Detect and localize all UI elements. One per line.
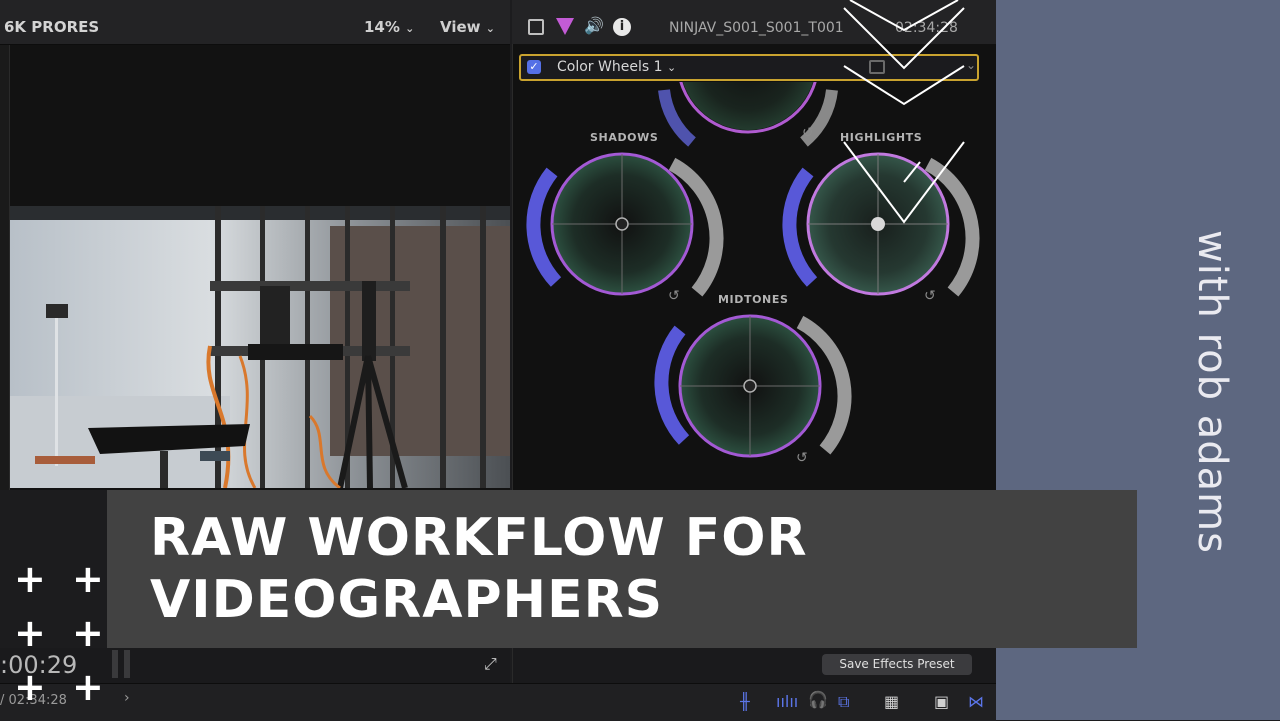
- chevron-right-icon[interactable]: ›: [124, 690, 130, 706]
- pause-icon[interactable]: [110, 650, 132, 678]
- format-label: 6K PRORES: [4, 18, 100, 36]
- title-line-2: VIDEOGRAPHERS: [150, 570, 664, 630]
- effect-enable-checkbox[interactable]: ✓: [527, 60, 541, 74]
- clip-appearance-icon[interactable]: ▣: [934, 692, 949, 711]
- headphones-icon[interactable]: 🎧: [808, 690, 828, 709]
- shadows-color-wheel[interactable]: [526, 152, 724, 297]
- viewer-edge-strip: [0, 45, 10, 490]
- plus-icon: +: [72, 557, 104, 601]
- save-effects-preset-button[interactable]: Save Effects Preset: [822, 654, 972, 675]
- reset-icon[interactable]: ↺: [802, 125, 814, 141]
- color-inspector-icon[interactable]: [556, 18, 574, 35]
- video-inspector-icon[interactable]: [528, 19, 544, 35]
- zoom-menu[interactable]: 14% ⌄: [364, 18, 414, 36]
- snapping-icon[interactable]: ⧉: [838, 692, 849, 712]
- filmstrip-icon[interactable]: ▦: [884, 692, 899, 711]
- info-inspector-icon[interactable]: i: [613, 18, 631, 36]
- plus-icon: +: [14, 611, 46, 655]
- chevron-down-icon: ⌄: [666, 61, 677, 74]
- effect-name-label: Color Wheels 1: [557, 59, 663, 75]
- video-frame[interactable]: [10, 206, 510, 488]
- chevron-down-icon: ⌄: [405, 22, 415, 35]
- title-line-1: RAW WORKFLOW FOR: [150, 508, 808, 568]
- reset-icon[interactable]: ↺: [668, 288, 680, 304]
- chevron-down-icon: ⌄: [485, 22, 495, 35]
- view-menu[interactable]: View ⌄: [440, 18, 495, 36]
- plus-icon: +: [72, 665, 104, 709]
- midtones-color-wheel[interactable]: [654, 314, 852, 458]
- clip-name: NINJAV_S001_S001_T001: [669, 20, 844, 36]
- byline: with rob adams: [1189, 230, 1235, 554]
- reset-icon[interactable]: ↺: [924, 288, 936, 304]
- plus-icon: +: [14, 665, 46, 709]
- studio-scene-image: [10, 206, 510, 488]
- audio-clip-icon[interactable]: ╫: [740, 692, 750, 711]
- plus-icon: +: [14, 557, 46, 601]
- midtones-label: MIDTONES: [718, 293, 789, 306]
- waveform-icon[interactable]: ıılıı: [776, 692, 798, 711]
- view-menu-label: View: [440, 18, 481, 36]
- zoom-value: 14%: [364, 18, 400, 36]
- transitions-icon[interactable]: ⋈: [968, 692, 984, 711]
- reset-icon[interactable]: ↺: [796, 450, 808, 466]
- audio-inspector-icon[interactable]: 🔊: [584, 16, 604, 35]
- chevron-decoration: [843, 0, 965, 224]
- shadows-label: SHADOWS: [590, 131, 659, 144]
- fullscreen-icon[interactable]: ⤢: [484, 654, 497, 674]
- effect-name-menu[interactable]: Color Wheels 1 ⌄: [557, 59, 676, 75]
- plus-icon: +: [72, 611, 104, 655]
